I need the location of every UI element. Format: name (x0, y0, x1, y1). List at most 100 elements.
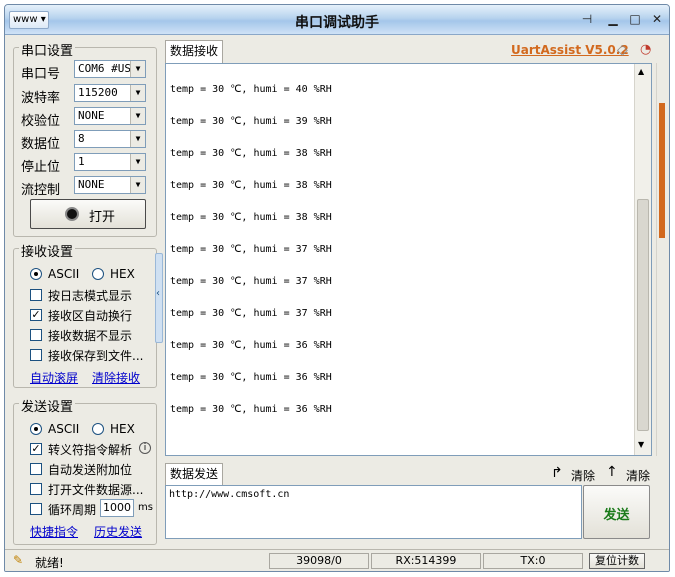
byte-count: 39098/0 (269, 553, 369, 569)
baud-label: 波特率 (21, 91, 61, 106)
minimize-button[interactable]: ▁ (603, 12, 623, 28)
outer-scrollbar[interactable] (656, 63, 666, 456)
clear-receive-link[interactable]: 清除接收 (92, 369, 140, 386)
chevron-down-icon[interactable]: ▼ (130, 61, 145, 77)
databits-label: 数据位 (21, 137, 61, 152)
receive-line: temp = 30 ℃, humi = 36 %RH (170, 340, 332, 351)
flowcontrol-value: NONE (78, 178, 105, 191)
info-icon[interactable]: i (139, 442, 151, 454)
receive-line: temp = 30 ℃, humi = 37 %RH (170, 244, 332, 255)
receive-line: temp = 30 ℃, humi = 36 %RH (170, 372, 332, 383)
receive-textarea[interactable]: temp = 30 ℃, humi = 40 %RH temp = 30 ℃, h… (165, 63, 652, 456)
chevron-down-icon[interactable]: ▼ (130, 177, 145, 193)
scroll-down-icon[interactable]: ▼ (638, 440, 644, 449)
send-settings-panel: 发送设置 ASCII HEX ✓ 转义符指令解析 i 自动发送附加位 打开文件数… (13, 396, 157, 545)
window-title: 串口调试助手 (295, 15, 379, 31)
parity-select[interactable]: NONE ▼ (74, 107, 146, 125)
receive-line: temp = 30 ℃, humi = 39 %RH (170, 116, 332, 127)
panel-collapse-handle[interactable]: ‹ (155, 253, 163, 343)
scroll-up-icon[interactable]: ▲ (638, 67, 644, 76)
clear-all-button[interactable]: 清除 (626, 467, 650, 484)
chevron-down-icon[interactable]: ▼ (130, 154, 145, 170)
hide-data-checkbox[interactable] (30, 329, 42, 341)
receive-line: temp = 30 ℃, humi = 37 %RH (170, 308, 332, 319)
escape-parse-checkbox[interactable]: ✓ (30, 443, 42, 455)
stopbits-select[interactable]: 1 ▼ (74, 153, 146, 171)
file-source-label: 打开文件数据源... (48, 483, 144, 497)
receive-ascii-radio[interactable] (30, 268, 42, 280)
receive-line: temp = 30 ℃, humi = 38 %RH (170, 148, 332, 159)
databits-select[interactable]: 8 ▼ (74, 130, 146, 148)
up-arrow-icon[interactable]: ↑ (606, 464, 618, 480)
tab-send[interactable]: 数据发送 (165, 463, 224, 485)
ready-text: 就绪! (35, 556, 64, 570)
clear-arrow-icon[interactable]: ↱ (551, 465, 563, 481)
send-settings-legend: 发送设置 (19, 396, 76, 415)
flowcontrol-select[interactable]: NONE ▼ (74, 176, 146, 194)
baud-select[interactable]: 115200 ▼ (74, 84, 146, 102)
reset-count-button[interactable]: 复位计数 (589, 553, 645, 569)
send-textarea[interactable]: http://www.cmsoft.cn (165, 485, 582, 539)
brand-link[interactable]: UartAssist V5.0.2 (511, 43, 629, 57)
receive-hex-label: HEX (110, 267, 135, 281)
receive-line: temp = 30 ℃, humi = 38 %RH (170, 212, 332, 223)
save-to-file-label: 接收保存到文件... (48, 349, 144, 363)
flowcontrol-label: 流控制 (21, 183, 61, 198)
auto-wrap-checkbox[interactable]: ✓ (30, 309, 42, 321)
baud-value: 115200 (78, 86, 118, 99)
save-to-file-checkbox[interactable] (30, 349, 42, 361)
file-source-checkbox[interactable] (30, 483, 42, 495)
chevron-down-icon[interactable]: ▼ (130, 108, 145, 124)
alert-icon[interactable]: ◔ (640, 42, 651, 57)
cycle-label: 循环周期 (48, 503, 97, 517)
chevron-down-icon[interactable]: ▼ (130, 131, 145, 147)
receive-line: temp = 30 ℃, humi = 38 %RH (170, 180, 332, 191)
ready-icon: ✎ (13, 553, 24, 567)
receive-hex-radio[interactable] (92, 268, 104, 280)
serial-settings-legend: 串口设置 (19, 40, 76, 59)
chevron-down-icon[interactable]: ▼ (130, 85, 145, 101)
escape-parse-label: 转义符指令解析 (48, 443, 133, 457)
send-button-label: 发送 (603, 508, 630, 523)
close-button[interactable]: ✕ (647, 12, 667, 28)
send-ascii-radio[interactable] (30, 423, 42, 435)
tx-count: TX:0 (483, 553, 583, 569)
receive-line: temp = 30 ℃, humi = 40 %RH (170, 84, 332, 95)
send-button[interactable]: 发送 (583, 485, 650, 539)
shortcuts-link[interactable]: 快捷指令 (30, 523, 78, 540)
cycle-checkbox[interactable] (30, 503, 42, 515)
send-text: http://www.cmsoft.cn (169, 489, 290, 500)
databits-value: 8 (78, 132, 85, 145)
send-hex-radio[interactable] (92, 423, 104, 435)
receive-settings-panel: 接收设置 ASCII HEX 按日志模式显示 ✓ 接收区自动换行 接收数据不显示… (13, 241, 157, 388)
history-link[interactable]: 历史发送 (94, 523, 142, 540)
log-mode-label: 按日志模式显示 (48, 289, 133, 303)
auto-scroll-link[interactable]: 自动滚屏 (30, 369, 78, 386)
serial-settings-panel: 串口设置 串口号 COM6 #USI ▼ 波特率 115200 ▼ 校验位 NONE… (13, 40, 157, 237)
title-bar[interactable]: www ▾ 串口调试助手 ⊣ ▁ □ ✕ (5, 5, 669, 35)
send-ascii-label: ASCII (48, 422, 80, 436)
auto-append-label: 自动发送附加位 (48, 463, 133, 477)
tab-receive[interactable]: 数据接收 (165, 40, 224, 63)
receive-scroll-thumb[interactable] (637, 199, 649, 431)
port-select[interactable]: COM6 #USI ▼ (74, 60, 146, 78)
outer-scroll-thumb[interactable] (659, 103, 665, 238)
open-port-label: 打开 (89, 210, 116, 225)
open-port-button[interactable]: 打开 (30, 199, 146, 229)
clear-send-button[interactable]: 清除 (571, 467, 595, 484)
auto-wrap-label: 接收区自动换行 (48, 309, 133, 323)
stopbits-label: 停止位 (21, 160, 61, 175)
receive-line: temp = 30 ℃, humi = 36 %RH (170, 404, 332, 415)
gem-icon[interactable]: ◇ (617, 42, 628, 58)
cycle-period-input[interactable]: 1000 (100, 499, 134, 517)
send-hex-label: HEX (110, 422, 135, 436)
auto-append-checkbox[interactable] (30, 463, 42, 475)
port-label: 串口号 (21, 67, 61, 82)
receive-line: temp = 30 ℃, humi = 37 %RH (170, 276, 332, 287)
hide-data-label: 接收数据不显示 (48, 329, 133, 343)
maximize-button[interactable]: □ (625, 12, 645, 28)
pin-icon[interactable]: ⊣ (577, 12, 597, 28)
parity-value: NONE (78, 109, 105, 122)
log-mode-checkbox[interactable] (30, 289, 42, 301)
receive-scrollbar[interactable]: ▲ ▼ (634, 64, 651, 455)
